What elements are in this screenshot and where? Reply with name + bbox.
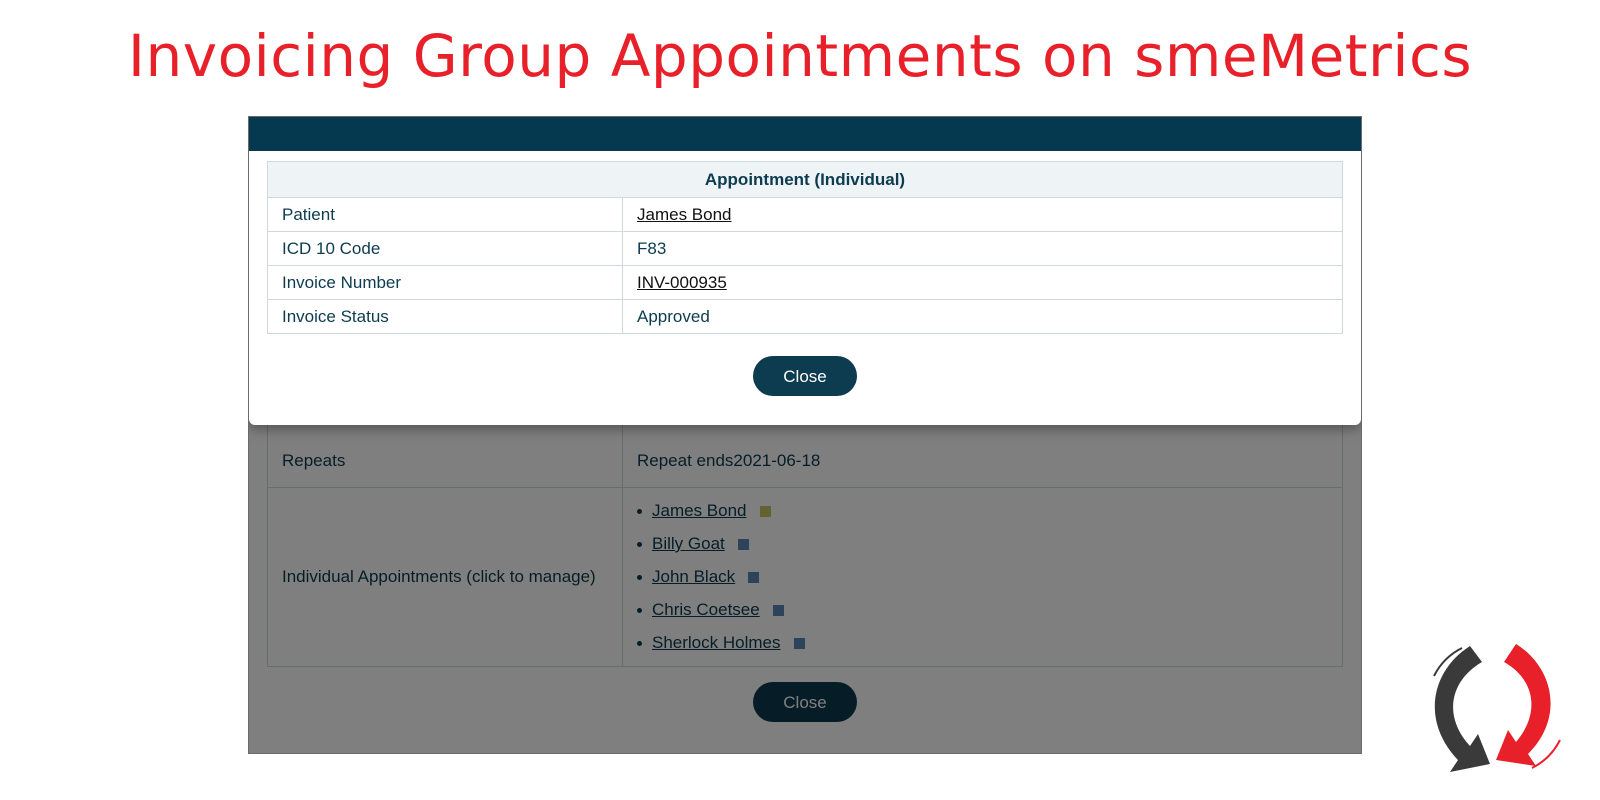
appointment-detail-table: Appointment (Individual) Patient James B…	[267, 161, 1343, 334]
modal-header	[249, 117, 1361, 151]
slide-title: Invoicing Group Appointments on smeMetri…	[127, 22, 1473, 90]
patient-value: James Bond	[622, 197, 1343, 232]
table-row: Invoice Status Approved	[267, 299, 1343, 334]
appointment-modal: Appointment (Individual) Patient James B…	[249, 117, 1361, 425]
smemetrics-logo-icon	[1433, 644, 1561, 772]
invoice-status-label: Invoice Status	[267, 299, 623, 334]
invoice-number-label: Invoice Number	[267, 265, 623, 300]
table-title: Appointment (Individual)	[267, 161, 1343, 198]
patient-label: Patient	[267, 197, 623, 232]
modal-close-button[interactable]: Close	[753, 356, 857, 396]
table-row: Patient James Bond	[267, 197, 1343, 232]
table-row: Invoice Number INV-000935	[267, 265, 1343, 300]
modal-footer: Close	[249, 356, 1361, 396]
invoice-number-value: INV-000935	[622, 265, 1343, 300]
icd-code-value: F83	[622, 231, 1343, 266]
patient-link[interactable]: James Bond	[637, 205, 732, 224]
invoice-number-link[interactable]: INV-000935	[637, 273, 727, 292]
table-row: ICD 10 Code F83	[267, 231, 1343, 266]
icd-code-label: ICD 10 Code	[267, 231, 623, 266]
app-window: Repeats Repeat ends2021-06-18 Individual…	[248, 116, 1362, 754]
invoice-status-value: Approved	[622, 299, 1343, 334]
